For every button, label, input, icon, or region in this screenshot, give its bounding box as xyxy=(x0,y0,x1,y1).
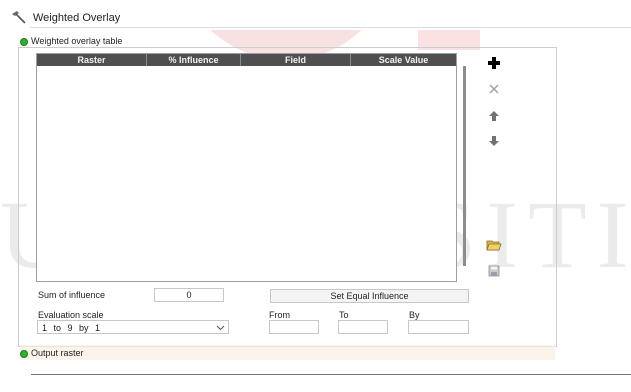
column-header-scale-value[interactable]: Scale Value xyxy=(351,54,456,66)
save-table-button[interactable] xyxy=(484,261,504,281)
column-header-influence[interactable]: % Influence xyxy=(147,54,241,66)
open-folder-icon xyxy=(486,240,502,251)
evaluation-scale-value: 1 to 9 by 1 xyxy=(42,323,101,333)
section-expanded-icon[interactable] xyxy=(20,38,28,46)
sum-of-influence-value: 0 xyxy=(186,290,192,300)
add-icon xyxy=(488,57,500,69)
output-section-header-bg xyxy=(20,345,555,360)
hammer-icon xyxy=(11,10,27,24)
remove-icon xyxy=(489,84,499,94)
section-expanded-icon[interactable] xyxy=(20,350,28,358)
column-header-raster[interactable]: Raster xyxy=(37,54,147,66)
open-table-button[interactable] xyxy=(484,235,504,255)
to-label: To xyxy=(339,310,349,320)
move-down-button[interactable] xyxy=(484,131,504,151)
output-raster-input[interactable] xyxy=(31,362,629,374)
from-input[interactable] xyxy=(269,320,319,334)
sum-of-influence-label: Sum of influence xyxy=(38,290,106,300)
column-header-field[interactable]: Field xyxy=(241,54,351,66)
sum-of-influence-field: 0 xyxy=(154,288,224,302)
divider xyxy=(30,27,631,28)
section-title[interactable]: Weighted overlay table xyxy=(31,36,122,46)
add-raster-button[interactable] xyxy=(484,53,504,73)
table-scrollbar[interactable] xyxy=(463,66,466,266)
evaluation-scale-label: Evaluation scale xyxy=(38,310,104,320)
from-label: From xyxy=(269,310,290,320)
window-title: Weighted Overlay xyxy=(33,12,121,24)
evaluation-scale-dropdown[interactable]: 1 to 9 by 1 xyxy=(37,320,229,334)
to-input[interactable] xyxy=(338,320,388,334)
output-raster-title[interactable]: Output raster xyxy=(31,348,84,358)
by-input[interactable] xyxy=(408,320,469,334)
weighted-overlay-table[interactable]: Raster % Influence Field Scale Value xyxy=(36,53,457,282)
by-label: By xyxy=(409,310,420,320)
move-down-icon xyxy=(489,136,499,146)
table-header: Raster % Influence Field Scale Value xyxy=(37,54,456,66)
remove-raster-button[interactable] xyxy=(484,79,504,99)
output-raster-underline xyxy=(31,374,631,375)
move-up-icon xyxy=(489,111,499,121)
set-equal-influence-button[interactable]: Set Equal Influence xyxy=(270,289,469,303)
chevron-down-icon xyxy=(216,325,225,331)
save-icon xyxy=(488,265,500,277)
move-up-button[interactable] xyxy=(484,106,504,126)
